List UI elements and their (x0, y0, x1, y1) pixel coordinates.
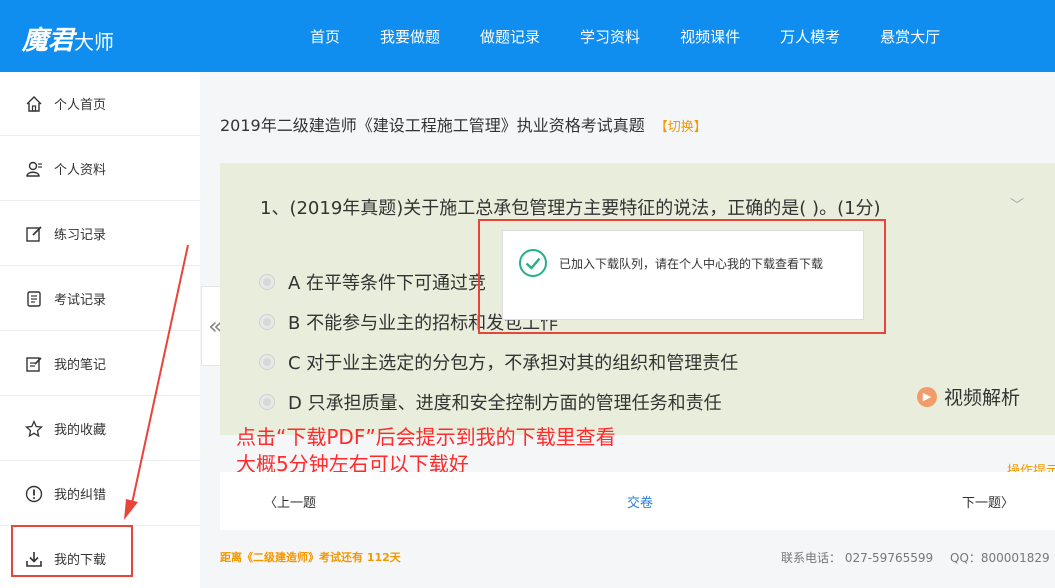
annotation-arrow (124, 244, 189, 520)
